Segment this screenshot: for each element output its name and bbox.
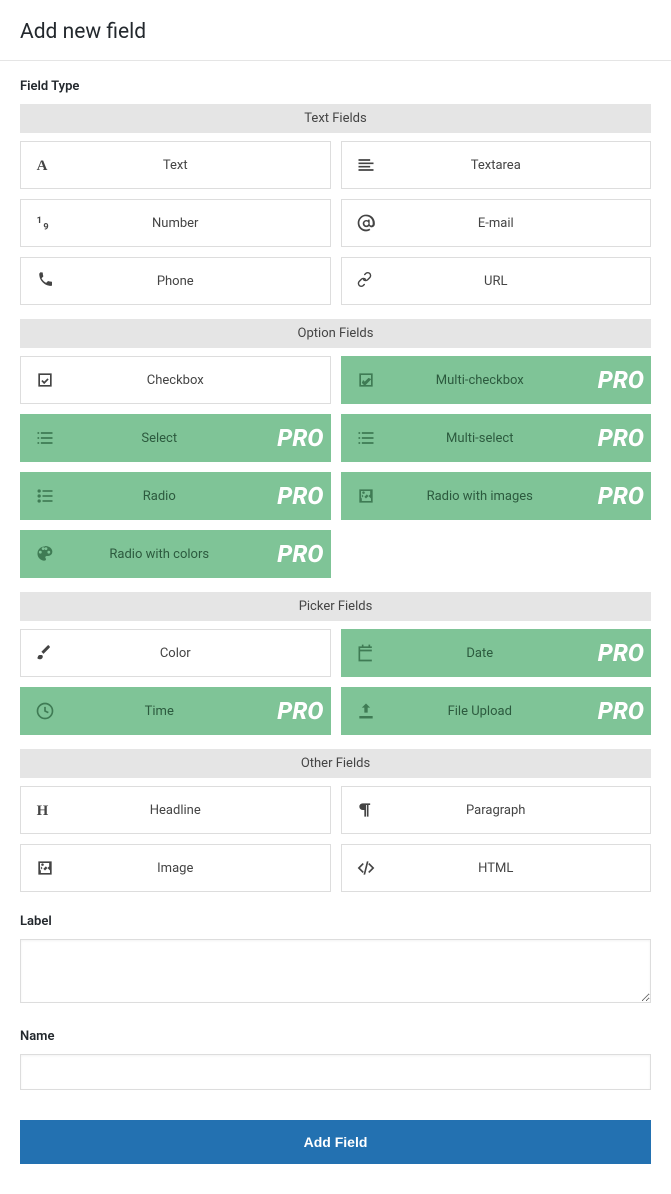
upload-icon [342,687,390,735]
field-paragraph[interactable]: Paragraph [341,786,652,834]
align-icon [342,141,390,189]
field-label: HTML [390,861,651,876]
clock-icon [21,687,69,735]
group-heading: Other Fields [20,749,651,778]
pro-badge: PRO [598,688,644,734]
field-label: Paragraph [390,803,651,818]
code-icon [342,844,390,892]
field-label: Checkbox [69,373,330,388]
field-textarea[interactable]: Textarea [341,141,652,189]
field-date[interactable]: DatePRO [341,629,652,677]
group-heading: Picker Fields [20,592,651,621]
image-icon [21,844,69,892]
pro-badge: PRO [598,630,644,676]
brush-icon [21,629,69,677]
field-label: Headline [69,803,330,818]
pro-badge: PRO [598,357,644,403]
pro-badge: PRO [598,473,644,519]
group-heading: Text Fields [20,104,651,133]
field-multi-checkbox[interactable]: Multi-checkboxPRO [341,356,652,404]
field-label: E-mail [390,216,651,231]
name-field-label: Name [20,1029,651,1044]
field-label: Image [69,861,330,876]
pro-badge: PRO [277,688,323,734]
field-image[interactable]: Image [20,844,331,892]
pro-badge: PRO [277,473,323,519]
field-multi-select[interactable]: Multi-selectPRO [341,414,652,462]
field-label: Color [69,646,330,661]
field-headline[interactable]: Headline [20,786,331,834]
pro-badge: PRO [277,415,323,461]
page-title: Add new field [20,0,651,60]
field-type-label: Field Type [20,79,651,94]
field-select[interactable]: SelectPRO [20,414,331,462]
field-html[interactable]: HTML [341,844,652,892]
field-radio[interactable]: RadioPRO [20,472,331,520]
add-field-button[interactable]: Add Field [20,1120,651,1164]
field-label: Phone [69,274,330,289]
checkbox-tick-icon [342,356,390,404]
field-email[interactable]: E-mail [341,199,652,247]
link-icon [342,257,390,305]
name-input[interactable] [20,1054,651,1090]
pro-badge: PRO [598,415,644,461]
number-icon [21,199,69,247]
group-heading: Option Fields [20,319,651,348]
palette-icon [21,530,69,578]
divider [0,60,671,61]
tasks-icon [342,414,390,462]
field-label: Text [69,158,330,173]
field-label: Textarea [390,158,651,173]
field-radio-colors[interactable]: Radio with colorsPRO [20,530,331,578]
field-grid: Headline Paragraph Image HTML [20,786,651,892]
field-radio-images[interactable]: Radio with imagesPRO [341,472,652,520]
label-textarea[interactable] [20,939,651,1003]
field-number[interactable]: Number [20,199,331,247]
field-grid: Color DatePROTimePROFile UploadPRO [20,629,651,735]
field-time[interactable]: TimePRO [20,687,331,735]
font-icon [21,141,69,189]
paragraph-icon [342,786,390,834]
heading-icon [21,786,69,834]
field-grid: Text Textarea Number E-mail Phone URL [20,141,651,305]
field-label: Number [69,216,330,231]
field-checkbox[interactable]: Checkbox [20,356,331,404]
calendar-icon [342,629,390,677]
pro-badge: PRO [277,531,323,577]
field-label: URL [390,274,651,289]
list-icon [21,472,69,520]
field-url[interactable]: URL [341,257,652,305]
at-icon [342,199,390,247]
label-field-label: Label [20,914,651,929]
field-grid: Checkbox Multi-checkboxPROSelectPROMulti-… [20,356,651,578]
field-text[interactable]: Text [20,141,331,189]
field-phone[interactable]: Phone [20,257,331,305]
field-file-upload[interactable]: File UploadPRO [341,687,652,735]
image-icon [342,472,390,520]
checkbox-icon [21,356,69,404]
phone-icon [21,257,69,305]
field-color[interactable]: Color [20,629,331,677]
tasks-icon [21,414,69,462]
